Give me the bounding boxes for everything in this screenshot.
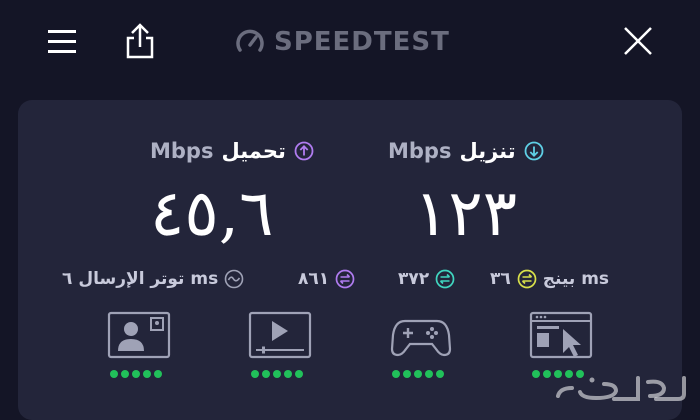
rating-dot: [425, 370, 433, 378]
share-button[interactable]: [120, 20, 160, 62]
ping-label: بينج ms: [542, 269, 610, 289]
ping-download-value: ٣٧٢: [398, 269, 430, 289]
ping-idle-value: ٣٦: [490, 269, 511, 289]
upload-label: Mbps تحميل: [150, 136, 314, 166]
upload-unit: Mbps: [150, 139, 214, 163]
download-speed-value: ١٢٣: [414, 177, 518, 251]
menu-button[interactable]: [42, 20, 82, 62]
speedtest-logo: SPEEDTEST: [234, 24, 450, 60]
gaming-rating: [392, 370, 444, 380]
rating-dot: [273, 370, 281, 378]
video-streaming-icon: [248, 311, 312, 359]
rating-dot: [143, 370, 151, 378]
rating-dot: [403, 370, 411, 378]
rating-dot: [532, 370, 540, 378]
ping-download-stat: ٣٧٢: [398, 264, 461, 294]
close-icon: [624, 27, 652, 55]
share-icon: [126, 23, 154, 59]
rating-dot: [436, 370, 444, 378]
gaming-icon: [390, 319, 452, 357]
rating-dot: [295, 370, 303, 378]
web-browsing-app[interactable]: [528, 310, 594, 362]
jitter-label: توتر الإرسال ms: [78, 269, 219, 289]
rating-dot: [121, 370, 129, 378]
rating-dot: [284, 370, 292, 378]
download-unit: Mbps: [388, 139, 452, 163]
rating-dot: [414, 370, 422, 378]
jitter-value: ٦: [62, 269, 73, 289]
download-arrow-icon: [524, 141, 544, 161]
video-chat-app[interactable]: [106, 310, 172, 362]
rating-dot: [251, 370, 259, 378]
logo-text: SPEEDTEST: [274, 27, 450, 57]
ping-upload-stat: ٨٦١: [298, 264, 361, 294]
rating-dot: [154, 370, 162, 378]
ping-idle-icon: [517, 269, 537, 289]
rating-dot: [543, 370, 551, 378]
ping-upload-value: ٨٦١: [298, 269, 330, 289]
video-streaming-rating: [251, 370, 303, 380]
gaming-app[interactable]: [388, 310, 454, 362]
speedometer-icon: [236, 29, 264, 52]
watermark-logo: [556, 376, 686, 401]
rating-dot: [132, 370, 140, 378]
video-chat-icon: [107, 311, 171, 359]
hamburger-menu-icon: [48, 30, 76, 53]
close-button[interactable]: [618, 20, 658, 62]
video-chat-rating: [110, 370, 162, 380]
upload-arrow-icon: [294, 141, 314, 161]
ping-upload-icon: [335, 269, 355, 289]
jitter-icon: [224, 269, 244, 289]
ping-download-icon: [435, 269, 455, 289]
rating-dot: [262, 370, 270, 378]
ping-idle-stat: ٣٦ بينج ms: [490, 264, 609, 294]
app-header: SPEEDTEST: [0, 0, 700, 84]
web-browsing-icon: [529, 311, 593, 359]
upload-speed-value: ٤٥,٦: [150, 177, 274, 251]
jitter-stat: ٦ توتر الإرسال ms: [62, 264, 250, 294]
video-streaming-app[interactable]: [247, 310, 313, 362]
rating-dot: [392, 370, 400, 378]
rating-dot: [110, 370, 118, 378]
upload-name: تحميل: [221, 139, 286, 163]
download-label: Mbps تنزيل: [388, 136, 544, 166]
download-name: تنزيل: [459, 139, 516, 163]
